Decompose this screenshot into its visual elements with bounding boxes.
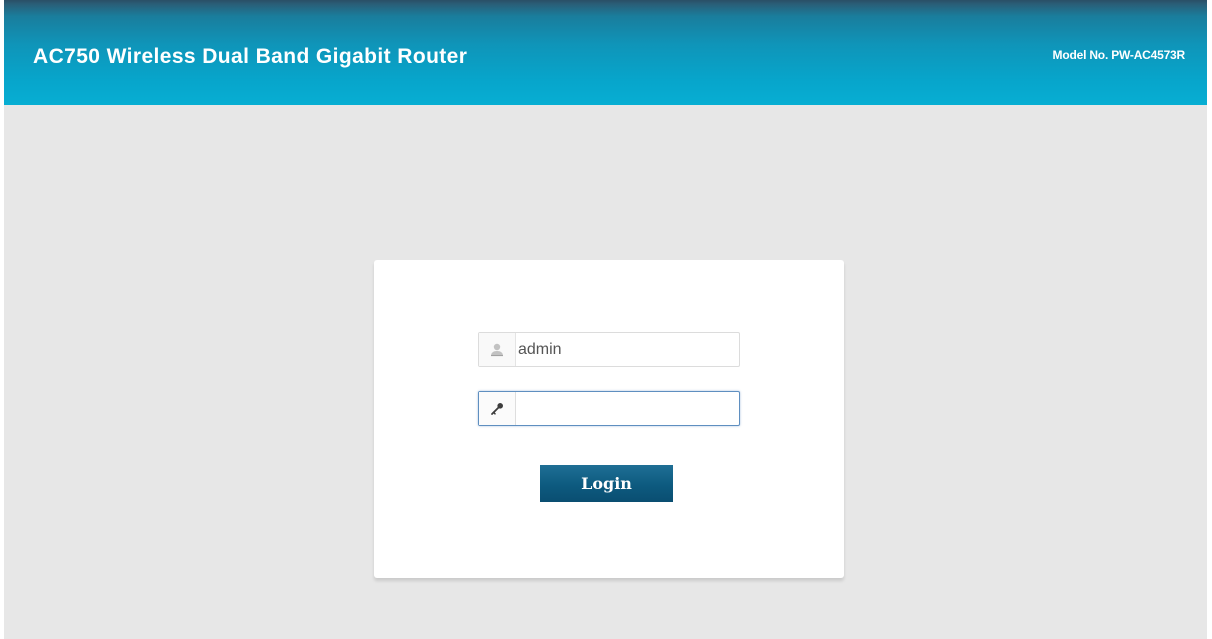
login-card: Login: [374, 260, 844, 578]
password-addon: [479, 392, 516, 425]
key-icon: [489, 401, 505, 417]
login-button[interactable]: Login: [540, 465, 673, 502]
username-input[interactable]: [516, 333, 740, 366]
model-number: Model No. PW-AC4573R: [1052, 48, 1186, 62]
password-field: [478, 391, 740, 426]
header-bar: AC750 Wireless Dual Band Gigabit Router …: [4, 0, 1207, 105]
password-input[interactable]: [516, 392, 740, 425]
username-addon: [479, 333, 516, 366]
username-field: [478, 332, 740, 367]
router-login-page: AC750 Wireless Dual Band Gigabit Router …: [4, 0, 1207, 639]
product-title: AC750 Wireless Dual Band Gigabit Router: [33, 45, 468, 68]
user-icon: [489, 342, 505, 358]
